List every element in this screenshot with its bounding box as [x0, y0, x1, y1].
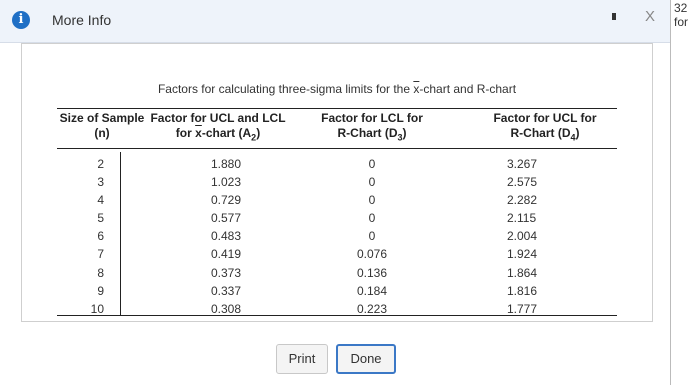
table-row: 9 0.337 0.184 1.816	[97, 283, 538, 298]
table-title: Factors for calculating three-sigma limi…	[157, 82, 517, 96]
background-text-2: for	[674, 15, 689, 29]
minimize-icon	[612, 13, 616, 20]
table-header-rule	[57, 148, 617, 149]
info-icon: i	[12, 11, 30, 29]
factors-table-panel: Factors for calculating three-sigma limi…	[21, 43, 653, 322]
done-button[interactable]: Done	[336, 344, 396, 374]
header-a2: Factor for UCL and LCL for x-chart (A2)	[150, 111, 286, 143]
table-row: 6 0.483 0 2.004	[97, 229, 538, 244]
header-d4: Factor for UCL for R-Chart (D4)	[493, 111, 597, 143]
header-d3: Factor for LCL for R-Chart (D3)	[321, 111, 423, 143]
print-button[interactable]: Print	[276, 344, 328, 374]
table-row: 2 1.880 0 3.267	[97, 157, 538, 171]
table-row: 4 0.729 0 2.282	[97, 193, 538, 208]
table-body: 2 1.880 0 3.267 3 1.023 0 2.575 4 0.729 0 2.282 5…	[22, 155, 652, 318]
table-row: 8 0.373 0.136 1.864	[97, 265, 538, 280]
close-button[interactable]: X	[645, 8, 655, 25]
minimize-button[interactable]	[612, 11, 621, 20]
table-bottom-rule	[57, 315, 617, 316]
dialog-title: More Info	[52, 12, 112, 28]
background-page-edge: 32 for	[670, 0, 691, 385]
dialog-header: i More Info X	[0, 0, 670, 43]
table-row: 3 1.023 0 2.575	[97, 175, 538, 190]
table-row: 5 0.577 0 2.115	[97, 211, 537, 226]
background-text-1: 32	[674, 1, 688, 15]
table-row: 7 0.419 0.076 1.924	[97, 247, 538, 262]
table-top-rule	[57, 108, 617, 109]
header-sample-size: Size of Sample (n)	[59, 111, 145, 140]
